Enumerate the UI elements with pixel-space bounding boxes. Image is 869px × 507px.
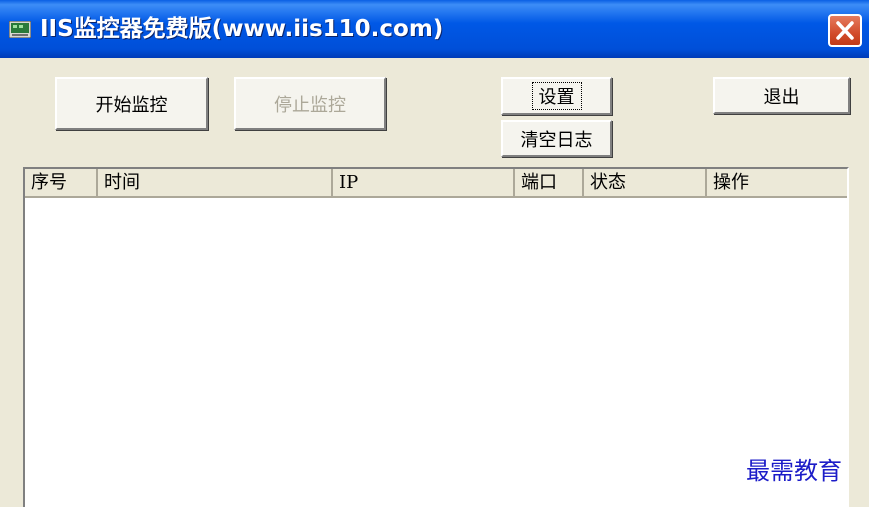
window-title: IIS监控器免费版(www.iis110.com) <box>40 16 444 42</box>
column-header-status[interactable]: 状态 <box>584 169 707 196</box>
title-bar[interactable]: IIS监控器免费版(www.iis110.com) <box>0 0 869 58</box>
exit-button[interactable]: 退出 <box>713 77 850 114</box>
close-icon <box>836 21 854 40</box>
clear-log-label: 清空日志 <box>520 129 593 151</box>
list-header: 序号 时间 IP 端口 状态 操作 <box>25 169 847 198</box>
column-header-time[interactable]: 时间 <box>98 169 333 196</box>
clear-log-button[interactable]: 清空日志 <box>501 120 612 157</box>
close-button[interactable] <box>828 14 862 47</box>
settings-label: 设置 <box>531 82 582 110</box>
stop-monitor-label: 停止监控 <box>274 94 346 116</box>
start-monitor-label: 开始监控 <box>95 94 168 116</box>
log-list[interactable]: 序号 时间 IP 端口 状态 操作 <box>23 167 849 507</box>
monitor-icon <box>9 21 31 38</box>
column-header-ip[interactable]: IP <box>333 169 515 196</box>
column-header-index[interactable]: 序号 <box>25 169 98 196</box>
exit-label: 退出 <box>763 86 800 108</box>
app-window: IIS监控器免费版(www.iis110.com) 开始监控 停止监控 设置 清… <box>0 0 869 507</box>
stop-monitor-button[interactable]: 停止监控 <box>234 77 386 130</box>
watermark: 最需教育 <box>746 457 842 485</box>
settings-button[interactable]: 设置 <box>501 77 612 115</box>
start-monitor-button[interactable]: 开始监控 <box>55 77 208 130</box>
column-header-action[interactable]: 操作 <box>707 169 847 196</box>
column-header-port[interactable]: 端口 <box>515 169 584 196</box>
